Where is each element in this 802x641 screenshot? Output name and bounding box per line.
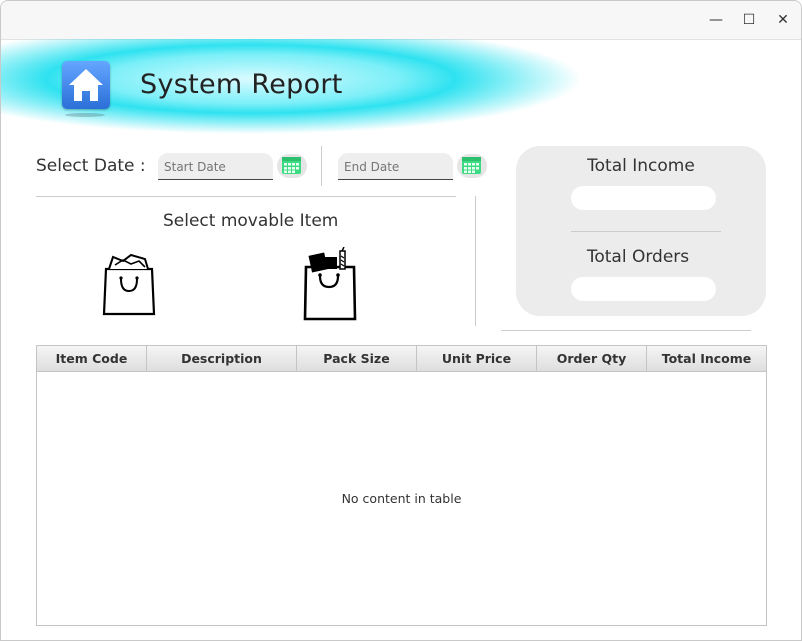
total-income-value <box>571 186 716 210</box>
column-header-item-code[interactable]: Item Code <box>37 346 147 371</box>
table-header: Item Code Description Pack Size Unit Pri… <box>37 346 766 372</box>
select-date-label: Select Date : <box>36 156 146 176</box>
title-bar: — ☐ ✕ <box>1 1 801 40</box>
page-title: System Report <box>140 69 343 100</box>
maximize-button[interactable]: ☐ <box>739 10 759 30</box>
start-date-picker-button[interactable] <box>277 154 307 178</box>
total-income-label: Total Income <box>587 156 695 176</box>
end-date-picker-button[interactable] <box>457 154 487 178</box>
column-header-total-income[interactable]: Total Income <box>647 346 766 371</box>
panel-divider <box>475 196 476 326</box>
select-item-label: Select movable Item <box>163 211 339 231</box>
minimize-button[interactable]: — <box>706 10 726 30</box>
card-divider <box>571 231 721 232</box>
calendar-icon <box>462 157 481 174</box>
close-button[interactable]: ✕ <box>773 10 793 30</box>
calendar-icon <box>282 157 301 174</box>
grocery-bag-icon[interactable] <box>301 246 359 326</box>
shopping-bag-icon[interactable] <box>101 251 157 321</box>
end-date-input[interactable] <box>342 156 454 178</box>
header-banner <box>1 39 801 139</box>
total-orders-value <box>571 277 716 301</box>
end-date-field[interactable] <box>338 153 454 180</box>
date-divider <box>321 146 322 186</box>
total-orders-label: Total Orders <box>586 247 690 267</box>
home-icon[interactable] <box>62 61 110 109</box>
start-date-field[interactable] <box>158 153 274 180</box>
section-divider <box>36 196 456 197</box>
column-header-description[interactable]: Description <box>147 346 297 371</box>
report-table[interactable]: Item Code Description Pack Size Unit Pri… <box>36 345 767 626</box>
column-header-unit-price[interactable]: Unit Price <box>417 346 537 371</box>
home-icon-shadow <box>65 113 105 117</box>
column-header-order-qty[interactable]: Order Qty <box>537 346 647 371</box>
table-empty-placeholder: No content in table <box>341 491 462 506</box>
summary-card: Total Income Total Orders <box>516 146 766 316</box>
column-header-pack-size[interactable]: Pack Size <box>297 346 417 371</box>
start-date-input[interactable] <box>162 156 274 178</box>
app-window: — ☐ ✕ System Report Select Date : Start … <box>0 0 802 641</box>
card-bottom-divider <box>501 330 751 331</box>
